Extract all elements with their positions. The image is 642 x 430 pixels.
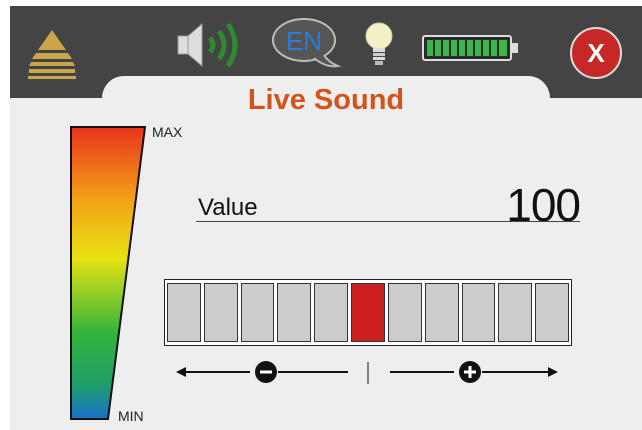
pyramid-logo-icon[interactable] — [28, 28, 76, 80]
adjust-arrows — [10, 358, 642, 388]
value-label: Value — [198, 194, 258, 221]
slider-segment[interactable] — [240, 283, 275, 342]
slider-segment[interactable] — [535, 283, 569, 342]
page-title: Live Sound — [247, 84, 405, 116]
meter-min-label: MIN — [118, 408, 144, 424]
slider-segment[interactable] — [387, 283, 422, 342]
slider-segment[interactable] — [203, 283, 238, 342]
plus-circle-icon[interactable] — [458, 360, 482, 384]
close-button[interactable]: X — [570, 27, 622, 79]
minus-circle-icon[interactable] — [254, 360, 278, 384]
value-number: 100 — [506, 179, 581, 231]
slider-segment[interactable] — [314, 283, 349, 342]
slider-segment-active[interactable] — [351, 283, 385, 342]
meter-max-label: MAX — [152, 124, 183, 140]
level-slider[interactable] — [164, 279, 572, 346]
slider-segment[interactable] — [167, 283, 201, 342]
slider-segment[interactable] — [277, 283, 312, 342]
device-screen: EN X Live Sound MAX MIN Value 100 — [10, 6, 642, 430]
battery-full-icon — [422, 35, 520, 61]
close-icon: X — [587, 37, 605, 68]
language-button[interactable]: EN — [270, 14, 342, 72]
value-divider — [196, 221, 580, 222]
lightbulb-icon[interactable] — [362, 20, 396, 68]
slider-segment[interactable] — [498, 283, 533, 342]
slider-segment[interactable] — [424, 283, 459, 342]
language-label: EN — [285, 26, 323, 56]
speaker-volume-icon[interactable] — [176, 16, 246, 76]
slider-segment[interactable] — [461, 283, 496, 342]
